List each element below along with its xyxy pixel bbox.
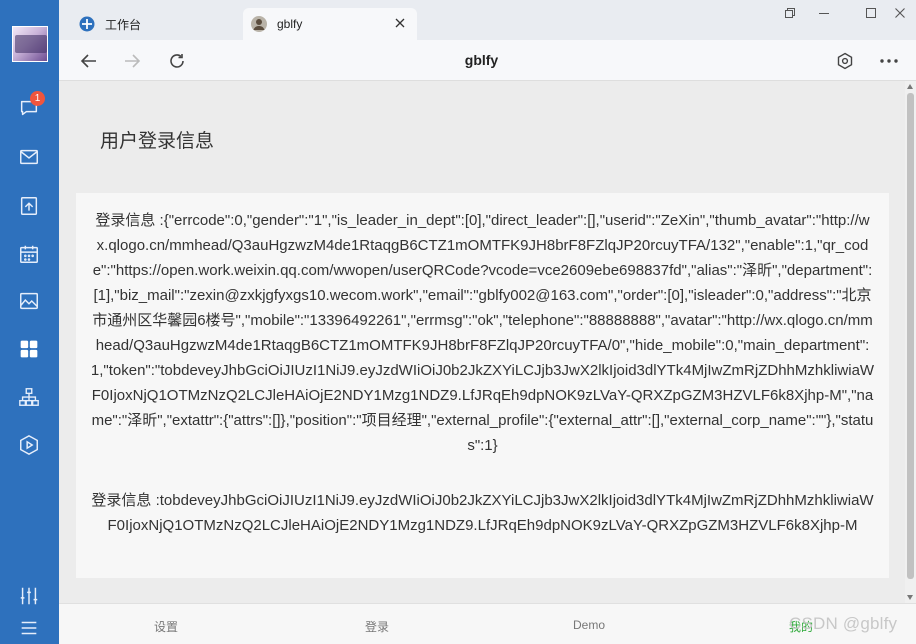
scroll-down-arrow-icon[interactable]	[907, 595, 913, 600]
page-title: gblfy	[464, 52, 499, 68]
scroll-up-arrow-icon[interactable]	[907, 84, 913, 89]
document-icon[interactable]	[15, 192, 43, 220]
main-content: 用户登录信息 登录信息 :{"errcode":0,"gender":"1","…	[59, 81, 905, 603]
bottom-tab-bar: 设置 登录 Demo 我的 CSDN @gblfy	[59, 603, 916, 644]
tab-workbench[interactable]: 工作台	[71, 8, 241, 40]
bottom-tab-settings[interactable]: 设置	[126, 618, 206, 635]
play-hexagon-icon[interactable]	[15, 431, 43, 459]
mail-icon[interactable]	[15, 143, 43, 171]
minimize-icon[interactable]	[813, 4, 835, 22]
navigation-bar: gblfy	[59, 40, 916, 81]
scroll-thumb[interactable]	[907, 93, 914, 579]
sliders-icon[interactable]	[15, 582, 43, 610]
login-info-token: 登录信息 :tobdeveyJhbGciOiJIUzI1NiJ9.eyJzdWI…	[91, 492, 874, 534]
profile-photo-icon	[251, 16, 267, 32]
tab-gblfy[interactable]: gblfy	[243, 8, 417, 40]
vertical-scrollbar[interactable]	[905, 81, 916, 603]
close-icon[interactable]	[889, 4, 911, 22]
tab-strip: 工作台 gblfy	[59, 0, 916, 40]
org-chart-icon[interactable]	[15, 383, 43, 411]
calendar-icon[interactable]	[15, 240, 43, 268]
bottom-tab-login[interactable]: 登录	[337, 618, 417, 635]
message-badge: 1	[30, 91, 45, 106]
info-card: 登录信息 :{"errcode":0,"gender":"1","is_lead…	[76, 193, 889, 578]
settings-hexagon-icon[interactable]	[834, 50, 856, 72]
tab-close-icon[interactable]	[393, 16, 407, 30]
maximize-icon[interactable]	[860, 4, 882, 22]
page-heading: 用户登录信息	[100, 131, 215, 152]
more-options-icon[interactable]	[878, 50, 900, 72]
image-icon[interactable]	[15, 287, 43, 315]
apps-grid-icon[interactable]	[15, 335, 43, 363]
user-avatar[interactable]	[12, 26, 48, 62]
menu-icon[interactable]	[15, 614, 43, 642]
login-info-json: 登录信息 :{"errcode":0,"gender":"1","is_lead…	[90, 212, 875, 454]
restore-icon[interactable]	[779, 4, 801, 22]
watermark: CSDN @gblfy	[789, 614, 898, 633]
workbench-icon	[79, 16, 95, 32]
tab-label: 工作台	[105, 17, 142, 32]
tab-label: gblfy	[277, 17, 303, 31]
left-sidebar: 1	[0, 0, 59, 644]
bottom-tab-demo[interactable]: Demo	[549, 618, 629, 632]
